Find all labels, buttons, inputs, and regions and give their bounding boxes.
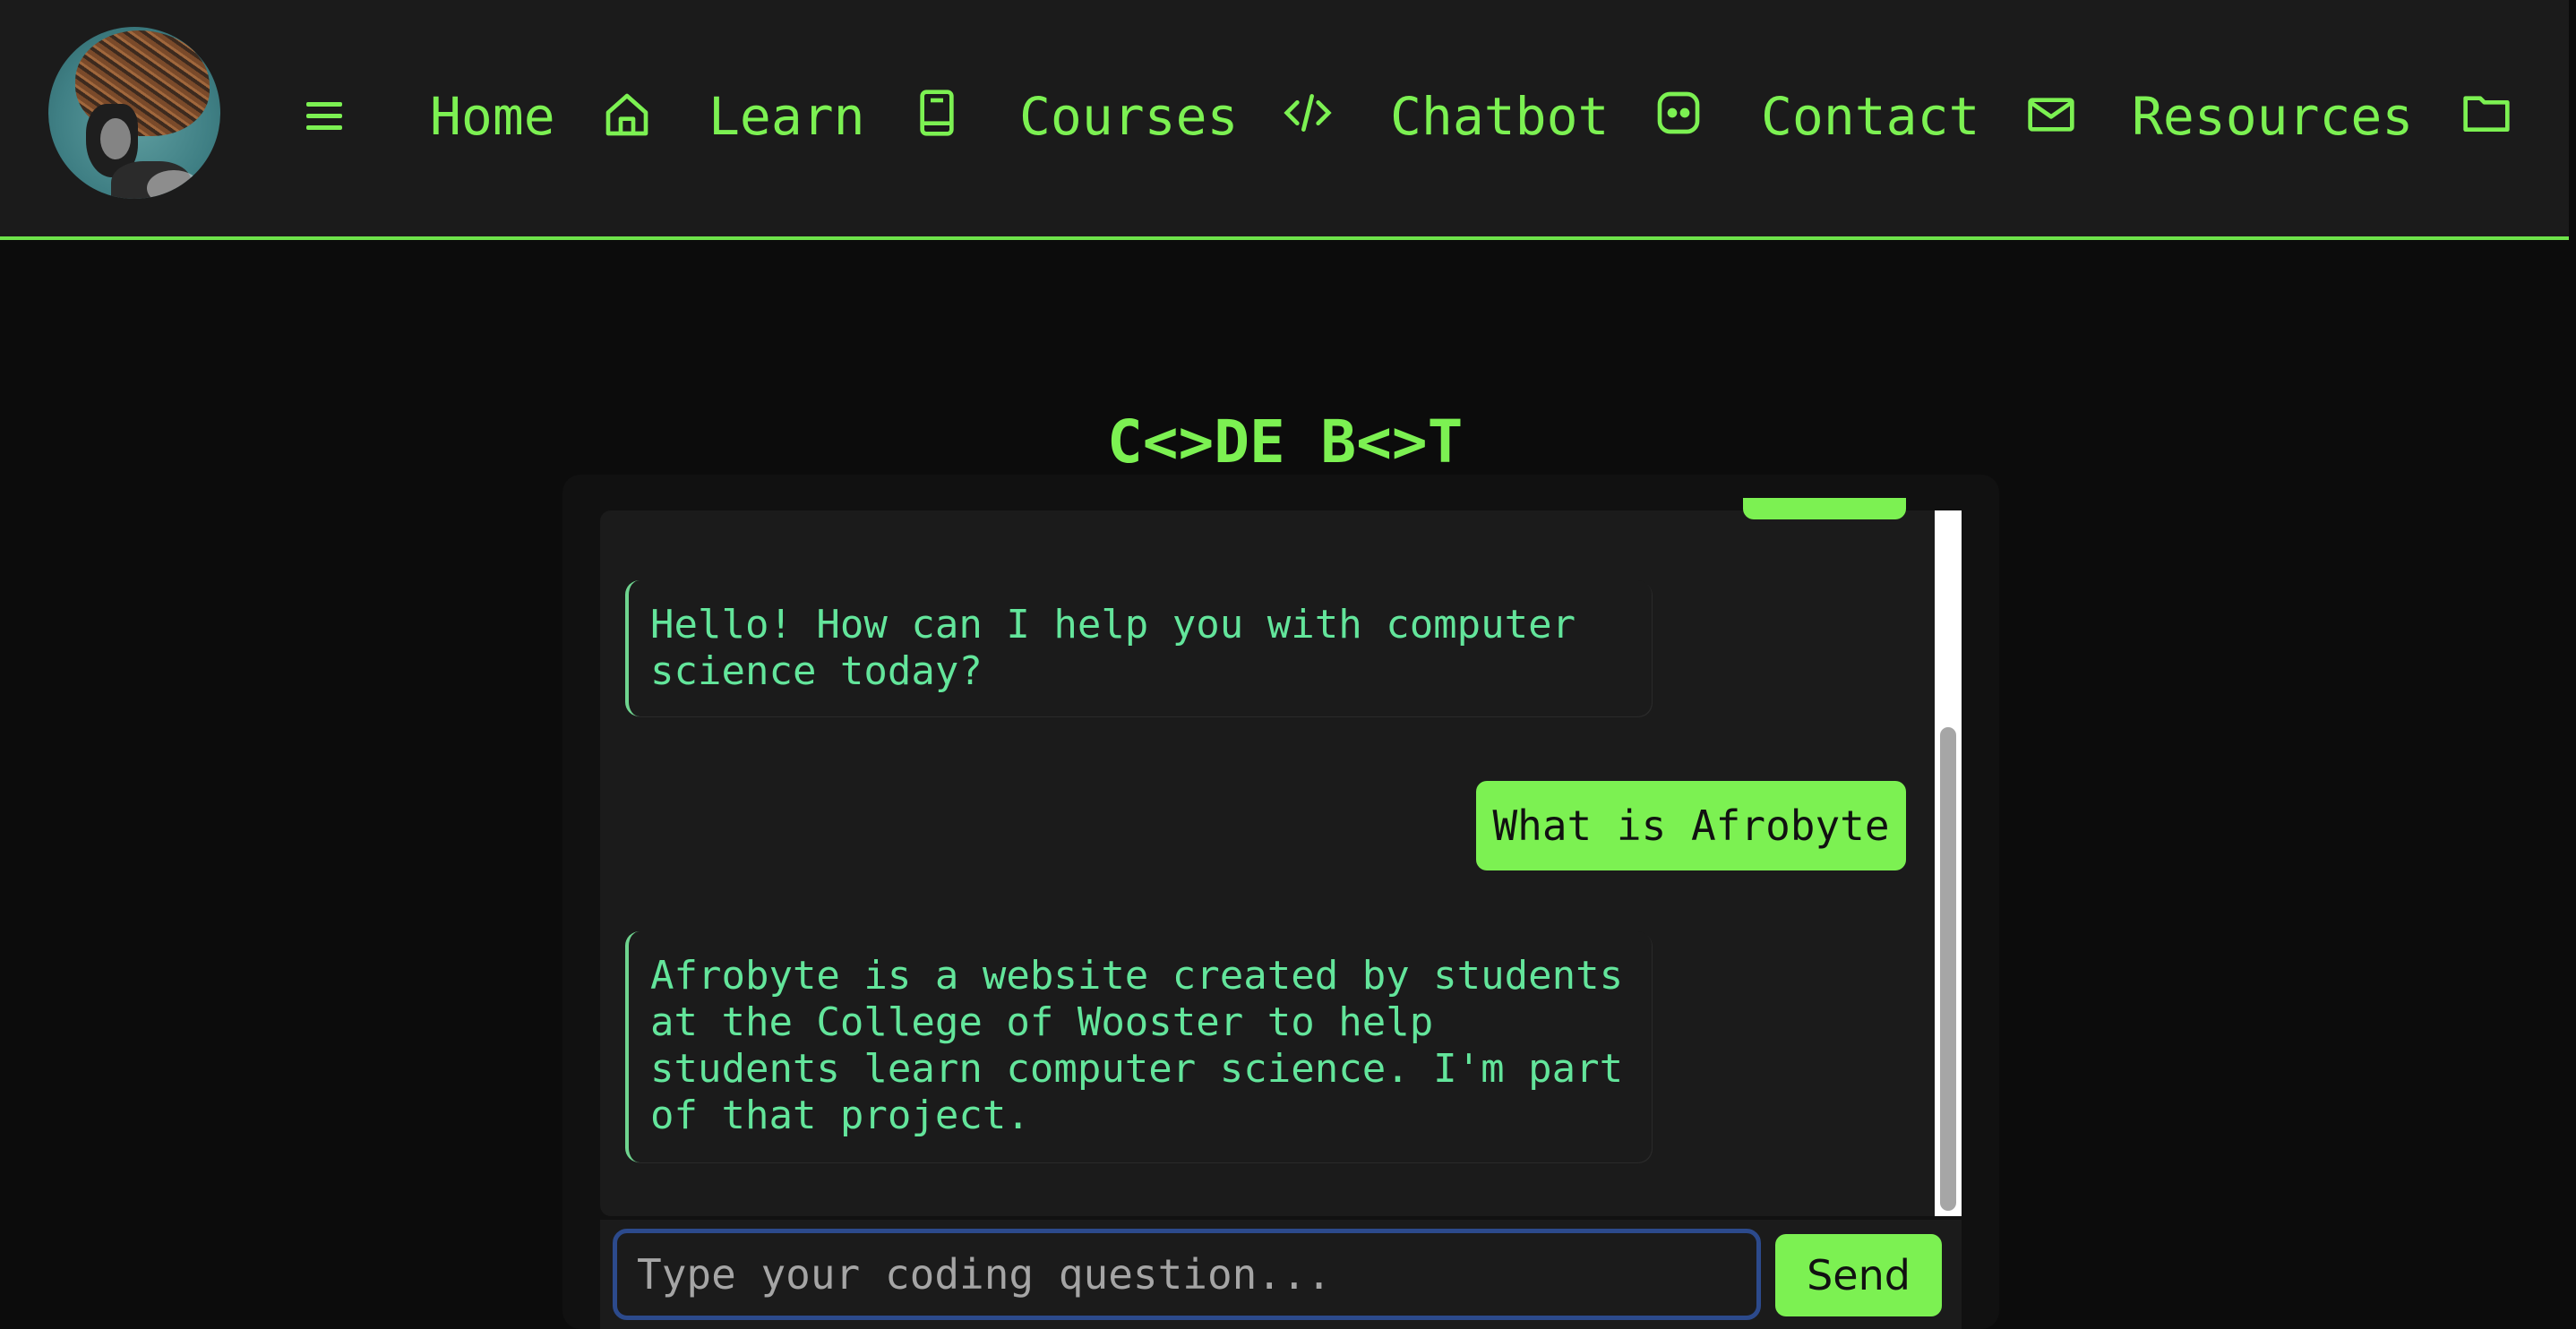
- bot-message: Afrobyte is a website created by student…: [625, 931, 1652, 1162]
- nav-item-courses[interactable]: Courses: [1019, 90, 1238, 142]
- user-message: What is Afrobyte: [1476, 781, 1906, 870]
- chatbot-title: C<>DE B<>T: [1107, 407, 1464, 476]
- nav-item-contact[interactable]: Contact: [1761, 90, 1979, 142]
- chat-question-input[interactable]: [613, 1229, 1761, 1320]
- nav-item-learn[interactable]: Learn: [708, 90, 865, 142]
- nav-item-resources[interactable]: Resources: [2132, 90, 2413, 142]
- previous-user-bubble: [1743, 498, 1906, 519]
- send-button[interactable]: Send: [1775, 1234, 1942, 1316]
- site-logo[interactable]: [48, 27, 220, 199]
- mail-icon[interactable]: [2026, 90, 2076, 140]
- top-navbar: Home Learn Courses Chatbot Contact Resou…: [0, 0, 2569, 240]
- book-icon[interactable]: [912, 88, 962, 138]
- code-icon[interactable]: [1283, 88, 1333, 138]
- folder-icon[interactable]: [2461, 88, 2512, 138]
- bot-message: Hello! How can I help you with computer …: [625, 580, 1652, 716]
- chat-scrollbar-thumb[interactable]: [1940, 727, 1956, 1211]
- nav-item-home[interactable]: Home: [430, 90, 555, 142]
- nav-item-chatbot[interactable]: Chatbot: [1390, 90, 1609, 142]
- hamburger-icon[interactable]: [306, 102, 342, 133]
- chat-bot-icon[interactable]: [1653, 88, 1704, 138]
- home-icon[interactable]: [602, 90, 652, 140]
